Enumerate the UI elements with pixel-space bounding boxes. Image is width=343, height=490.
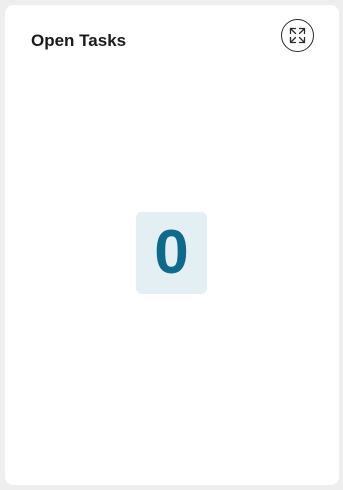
open-tasks-count: 0 <box>154 218 189 287</box>
expand-arrows-icon <box>289 27 306 44</box>
card-title: Open Tasks <box>31 31 127 50</box>
open-tasks-count-badge: 0 <box>136 212 207 294</box>
expand-button[interactable] <box>281 19 314 52</box>
open-tasks-card: Open Tasks 0 <box>5 5 339 485</box>
